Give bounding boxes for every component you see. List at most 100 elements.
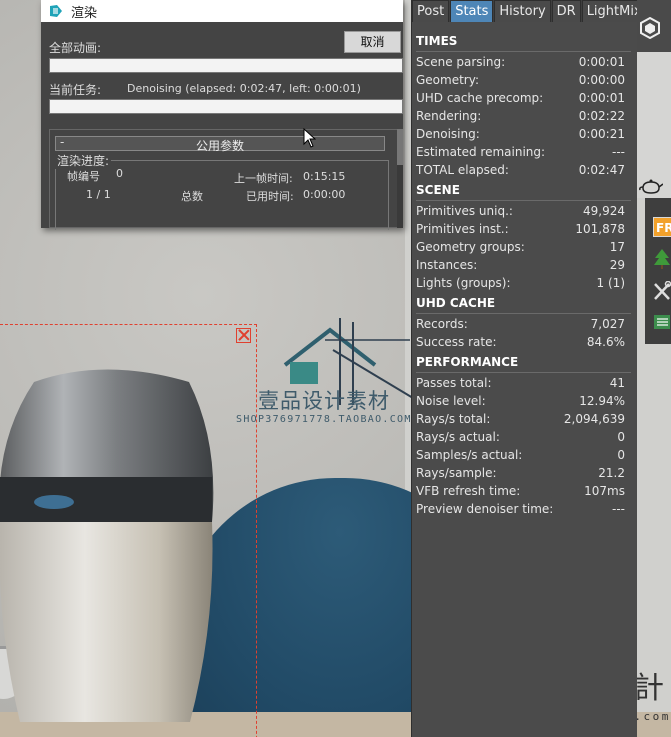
teapot-icon[interactable]	[639, 178, 663, 198]
stats-value: 12.94%	[579, 394, 625, 408]
section-divider	[416, 51, 631, 52]
stats-value: 2,094,639	[563, 412, 625, 426]
stats-value: 0:02:47	[578, 163, 625, 177]
render-dialog-titlebar[interactable]: 渲染	[41, 0, 403, 22]
stats-label: Noise level:	[416, 394, 486, 408]
stats-row: Success rate: 84.6%	[412, 333, 637, 351]
stats-row: Rays/s actual: 0	[412, 428, 637, 446]
stats-value: 0:00:21	[578, 127, 625, 141]
stats-value: 49,924	[583, 204, 625, 218]
elapsed-time-value: 0:00:00	[303, 188, 346, 201]
stats-row: Samples/s actual: 0	[412, 446, 637, 464]
stats-label: Primitives uniq.:	[416, 204, 513, 218]
current-task-label: 当前任务:	[49, 83, 102, 97]
render-dialog: 渲染 全部动画: 取消 当前任务: Denoising (elapsed: 0:…	[41, 0, 403, 230]
list-icon[interactable]	[653, 313, 671, 331]
stats-value: 107ms	[584, 484, 625, 498]
stats-value: 84.6%	[586, 335, 625, 349]
sliver-tool-panel: FR	[645, 198, 671, 344]
stats-value: 1 (1)	[596, 276, 625, 290]
stats-value: 0:02:22	[578, 109, 625, 123]
stats-value: 41	[609, 376, 625, 390]
stats-row: Lights (groups): 1 (1)	[412, 274, 637, 292]
stats-value: 21.2	[598, 466, 625, 480]
section-divider	[416, 200, 631, 201]
common-params-header[interactable]: - 公用参数	[55, 135, 385, 153]
stats-row: VFB refresh time: 107ms	[412, 482, 637, 500]
render-region-selection[interactable]	[0, 324, 257, 737]
stats-content: TIMES Scene parsing: 0:00:01 Geometry: 0:00:…	[412, 30, 637, 518]
tab-stats[interactable]: Stats	[450, 0, 494, 22]
stats-value: 0:00:01	[578, 91, 625, 105]
section-divider	[416, 313, 631, 314]
stats-label: Rays/sample:	[416, 466, 497, 480]
wrench-tools-icon[interactable]	[653, 281, 671, 301]
mouse-pointer-icon	[303, 128, 316, 148]
stats-row: UHD cache precomp: 0:00:01	[412, 89, 637, 107]
stats-row: Rays/sample: 21.2	[412, 464, 637, 482]
stats-section-title: TIMES	[416, 34, 458, 48]
watermark-center-url: SHOP376971778.TAOBAO.COM	[236, 414, 412, 425]
elapsed-time-label: 已用时间:	[246, 190, 294, 203]
stats-row: Instances: 29	[412, 256, 637, 274]
stats-row: Rays/s total: 2,094,639	[412, 410, 637, 428]
stats-label: Estimated remaining:	[416, 145, 546, 159]
stats-row: Preview denoiser time: ---	[412, 500, 637, 518]
stats-value: 0	[617, 430, 625, 444]
current-task-status: Denoising (elapsed: 0:02:47, left: 0:00:…	[127, 82, 361, 95]
render-dialog-title: 渲染	[71, 5, 98, 21]
cancel-button[interactable]: 取消	[344, 31, 401, 53]
frame-number-label: 帧编号	[67, 170, 100, 183]
stats-value: 0:00:00	[578, 73, 625, 87]
sliver-top-bar	[637, 0, 671, 52]
common-params-rollout: - 公用参数	[49, 129, 403, 230]
frame-count-value: 1 / 1	[86, 188, 111, 201]
render-progress-legend: 渲染进度:	[55, 152, 112, 169]
tab-history[interactable]: History	[494, 0, 551, 22]
stats-label: Records:	[416, 317, 468, 331]
stats-row: Scene parsing: 0:00:01	[412, 53, 637, 71]
fr-badge[interactable]: FR	[653, 217, 671, 237]
stats-label: Rendering:	[416, 109, 482, 123]
stats-label: Passes total:	[416, 376, 492, 390]
sliver-viewport	[637, 52, 671, 198]
stats-value: ---	[612, 145, 625, 159]
stats-label: Samples/s actual:	[416, 448, 523, 462]
tab-dr[interactable]: DR	[551, 0, 581, 22]
stats-value: 0:00:01	[578, 55, 625, 69]
stats-row: Denoising: 0:00:21	[412, 125, 637, 143]
stats-row: Estimated remaining: ---	[412, 143, 637, 161]
stats-row: Rendering: 0:02:22	[412, 107, 637, 125]
stats-row: Primitives uniq.: 49,924	[412, 202, 637, 220]
section-divider	[416, 372, 631, 373]
last-frame-time-value: 0:15:15	[303, 170, 346, 183]
stats-label: Geometry groups:	[416, 240, 525, 254]
stats-value: 17	[609, 240, 625, 254]
stats-label: Primitives inst.:	[416, 222, 509, 236]
stats-label: Denoising:	[416, 127, 480, 141]
hexagon-icon[interactable]	[640, 17, 660, 39]
frame-number-value: 0	[116, 167, 123, 180]
stats-row: Records: 7,027	[412, 315, 637, 333]
stats-section-title: PERFORMANCE	[416, 355, 519, 369]
stats-row: TOTAL elapsed: 0:02:47	[412, 161, 637, 179]
3dsmax-app-icon	[50, 5, 62, 17]
stats-label: Lights (groups):	[416, 276, 511, 290]
stats-value: 7,027	[590, 317, 625, 331]
stats-label: UHD cache precomp:	[416, 91, 544, 105]
vfb-stats-panel: Post Stats History DR LightMix TIMES Scen…	[411, 0, 647, 737]
tree-icon[interactable]	[653, 248, 671, 270]
stats-row: Passes total: 41	[412, 374, 637, 392]
stats-value: ---	[612, 502, 625, 516]
watermark-center-text: 壹品设计素材	[258, 389, 390, 413]
stats-row: Primitives inst.: 101,878	[412, 220, 637, 238]
stats-value: 0	[617, 448, 625, 462]
vfb-tab-bar: Post Stats History DR LightMix	[412, 0, 647, 22]
stats-label: Rays/s actual:	[416, 430, 500, 444]
stats-section-title: UHD CACHE	[416, 296, 496, 310]
tab-post[interactable]: Post	[412, 0, 450, 22]
dialog-scrollbar-thumb[interactable]	[397, 129, 403, 165]
all-animation-progress-bar	[49, 58, 403, 73]
stats-value: 29	[609, 258, 625, 272]
stats-label: Rays/s total:	[416, 412, 491, 426]
